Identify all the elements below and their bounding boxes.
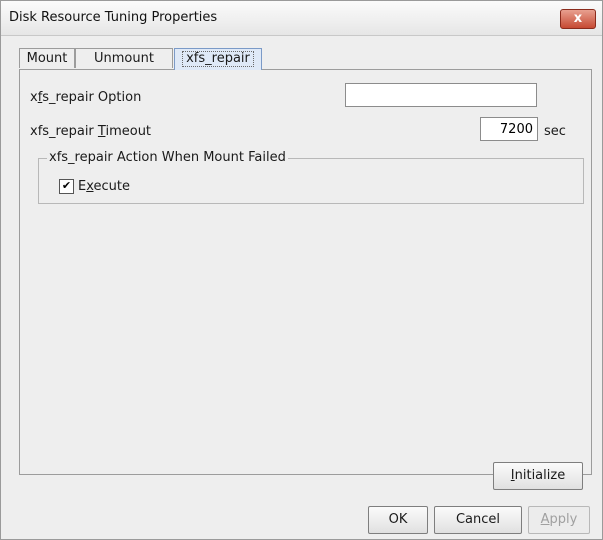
xfs-repair-option-label: xfs_repair Option	[30, 90, 142, 105]
window-title: Disk Resource Tuning Properties	[9, 10, 218, 25]
tab-unmount-label: Unmount	[94, 51, 154, 66]
tab-mount[interactable]: Mount	[19, 48, 75, 68]
xfs-repair-timeout-input[interactable]	[480, 117, 538, 141]
timeout-unit-label: sec	[544, 124, 566, 139]
mount-failed-action-group: xfs_repair Action When Mount Failed ✔ Ex…	[38, 150, 584, 204]
cancel-button[interactable]: Cancel	[434, 506, 522, 534]
close-icon: x	[573, 11, 583, 26]
execute-checkbox[interactable]: ✔	[59, 179, 74, 194]
tab-unmount[interactable]: Unmount	[75, 48, 173, 68]
xfs-repair-option-input[interactable]	[345, 83, 537, 107]
close-button[interactable]: x	[560, 9, 596, 29]
execute-label: Execute	[78, 179, 130, 194]
group-legend: xfs_repair Action When Mount Failed	[47, 150, 288, 165]
disk-resource-tuning-dialog: Disk Resource Tuning Properties x Mount …	[0, 0, 603, 540]
title-bar: Disk Resource Tuning Properties x	[1, 1, 602, 36]
tab-xfs-repair[interactable]: xfs_repair	[174, 48, 262, 70]
initialize-button[interactable]: Initialize	[493, 462, 583, 490]
apply-button[interactable]: Apply	[528, 506, 590, 534]
tab-mount-label: Mount	[26, 51, 68, 66]
xfs-repair-timeout-label: xfs_repair Timeout	[30, 124, 152, 139]
tab-xfs-repair-label: xfs_repair	[182, 51, 254, 67]
tab-panel-xfs-repair: xfs_repair Option xfs_repair Timeout sec…	[19, 69, 592, 490]
ok-button[interactable]: OK	[368, 506, 428, 534]
